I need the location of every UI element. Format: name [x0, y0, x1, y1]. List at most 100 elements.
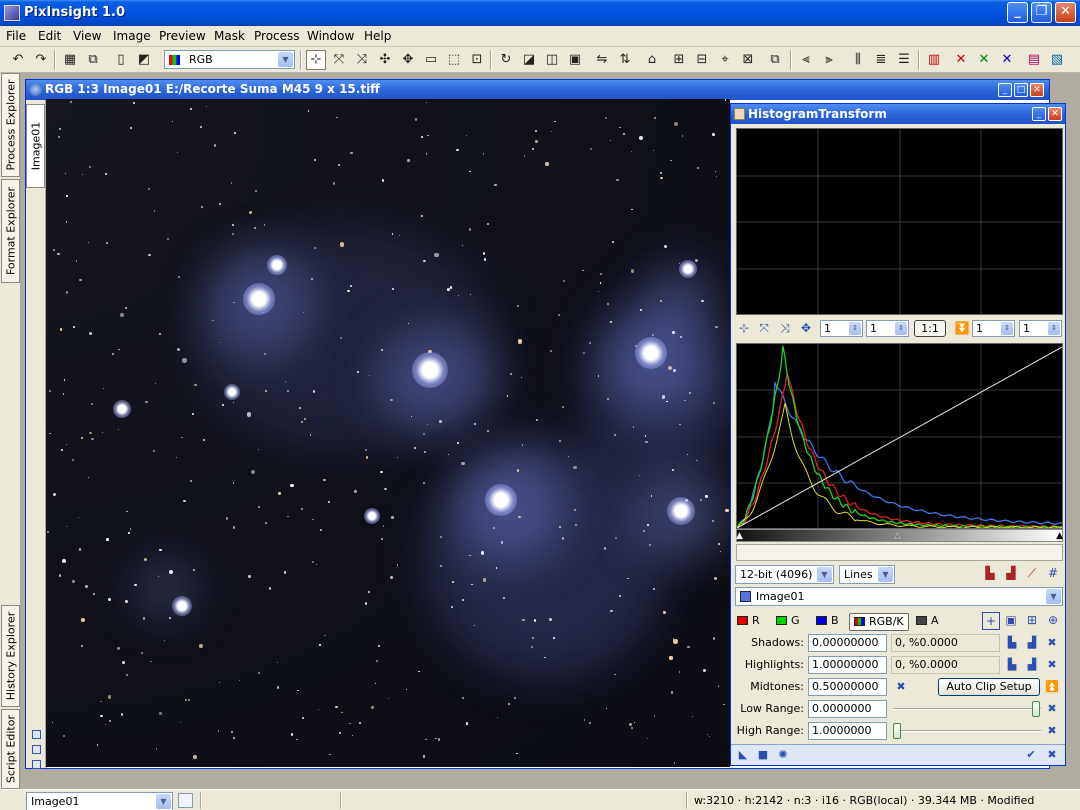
zoom-fit-icon[interactable]: ⤧	[755, 320, 773, 338]
auto-clip-setup-button[interactable]: Auto Clip Setup	[938, 678, 1040, 696]
mirror-vertical-icon[interactable]: ⇅	[615, 50, 635, 70]
menu-file[interactable]: File	[6, 29, 26, 43]
apply-check-icon[interactable]: ✔	[1023, 747, 1039, 763]
zoom-out-icon[interactable]: ✣	[375, 50, 395, 70]
mask-show-icon[interactable]: ◪	[519, 50, 539, 70]
highlights-clip-icon[interactable]: ▟	[1024, 657, 1040, 673]
luminance-icon[interactable]: ▤	[1024, 50, 1044, 70]
zoom-region-icon[interactable]: ⊞	[1023, 612, 1041, 630]
histogram-titlebar[interactable]: HistogramTransform _ ✕	[731, 104, 1065, 124]
highlights-reset-icon[interactable]: ✖	[1044, 657, 1060, 673]
channel-g[interactable]: G	[776, 613, 800, 631]
menu-help[interactable]: Help	[364, 29, 391, 43]
tab-process-explorer[interactable]: Process Explorer	[1, 73, 20, 177]
align-right-icon[interactable]: ⫸	[819, 50, 839, 70]
zoom-fit-icon[interactable]: ⤧	[329, 50, 349, 70]
channel-r[interactable]: R	[737, 613, 760, 631]
columns-icon[interactable]: ⫼	[848, 50, 868, 70]
target-icon[interactable]: ⌖	[715, 50, 735, 70]
zoom-plus-icon[interactable]: ⊕	[1044, 612, 1062, 630]
statistics-icon[interactable]: ▦	[60, 50, 80, 70]
menu-process[interactable]: Process	[254, 29, 300, 43]
image-maximize-button[interactable]: □	[1014, 83, 1028, 97]
low-range-input[interactable]: 0.0000000	[808, 700, 887, 718]
show-curve-icon[interactable]: ⟋	[1023, 565, 1041, 583]
channel-rgbk[interactable]: RGB/K	[849, 613, 909, 631]
mask-invert-small-icon[interactable]	[32, 760, 41, 769]
red-channel-icon[interactable]: ✕	[951, 50, 971, 70]
undo-icon[interactable]: ↶	[8, 50, 28, 70]
grid-icon[interactable]: ⊠	[738, 50, 758, 70]
crop-icon[interactable]: ⊡	[467, 50, 487, 70]
menu-preview[interactable]: Preview	[159, 29, 206, 43]
zoom-in-icon[interactable]: ⤨	[776, 320, 794, 338]
rgb-channels-icon[interactable]: ▥	[924, 50, 944, 70]
menu-edit[interactable]: Edit	[38, 29, 61, 43]
new-preview-icon[interactable]: ▭	[421, 50, 441, 70]
rotate-icon[interactable]: ↻	[496, 50, 516, 70]
midtones-marker-icon[interactable]: △	[894, 531, 901, 541]
show-grid-icon[interactable]: #	[1044, 565, 1062, 583]
chrominance-icon[interactable]: ▧	[1047, 50, 1067, 70]
image-close-button[interactable]: ✕	[1030, 83, 1044, 97]
high-range-input[interactable]: 1.0000000	[808, 722, 887, 740]
apply-global-icon[interactable]: ■	[755, 747, 771, 763]
shadows-auto-icon[interactable]: ▙	[1004, 635, 1020, 651]
show-histogram-icon[interactable]: ▙	[981, 565, 999, 583]
midtones-input[interactable]: 0.50000000	[808, 678, 887, 696]
tab-script-editor[interactable]: Script Editor	[1, 709, 20, 789]
shadows-marker-icon[interactable]: ▲	[736, 531, 743, 541]
highlights-input[interactable]: 1.00000000	[808, 656, 887, 674]
high-range-slider[interactable]	[893, 722, 1041, 740]
pan-icon[interactable]: ✥	[398, 50, 418, 70]
green-channel-icon[interactable]: ✕	[974, 50, 994, 70]
color-space-select[interactable]: RGB ▼	[164, 50, 295, 69]
image-canvas[interactable]	[46, 99, 730, 767]
preview-next-icon[interactable]: ⊞	[669, 50, 689, 70]
list-icon[interactable]: ☰	[894, 50, 914, 70]
mask-enable-icon[interactable]: ▣	[565, 50, 585, 70]
tab-history-explorer[interactable]: History Explorer	[1, 605, 20, 707]
preview-prev-icon[interactable]: ⊟	[692, 50, 712, 70]
midtones-gradient-bar[interactable]: ▲ △ ▲	[736, 529, 1063, 542]
menu-view[interactable]: View	[73, 29, 101, 43]
status-view-select[interactable]: Image01 ▼	[26, 792, 173, 810]
view-explorer-icon[interactable]	[178, 793, 193, 808]
channel-a[interactable]: A	[916, 613, 939, 631]
zoom-1-1-button[interactable]: 1:1	[914, 320, 946, 337]
minimize-button[interactable]: _	[1007, 2, 1028, 23]
align-left-icon[interactable]: ⫷	[796, 50, 816, 70]
view-select[interactable]: Image01 ▼	[735, 587, 1063, 606]
tab-format-explorer[interactable]: Format Explorer	[1, 179, 20, 283]
slider-thumb[interactable]	[893, 723, 901, 739]
tab-image01[interactable]: Image01	[26, 104, 45, 188]
shadows-clip-icon[interactable]: ▟	[1024, 635, 1040, 651]
resolution-select[interactable]: 12-bit (4096) ▼	[735, 565, 834, 584]
image-minimize-button[interactable]: _	[998, 83, 1012, 97]
low-range-slider[interactable]	[893, 700, 1041, 718]
preview-icon[interactable]: ⌂	[642, 50, 662, 70]
highlights-auto-icon[interactable]: ▙	[1004, 657, 1020, 673]
readout-icon[interactable]: ⊹	[735, 320, 753, 338]
duplicate-icon[interactable]: ⧉	[765, 50, 785, 70]
zoom-y-spinbox[interactable]: 1 ⇕	[866, 320, 909, 337]
mirror-horizontal-icon[interactable]: ⇋	[592, 50, 612, 70]
auto-clip-icon[interactable]: ⏫	[1044, 679, 1060, 695]
zoom-all-icon[interactable]: ▣	[1002, 612, 1020, 630]
rows-icon[interactable]: ≣	[871, 50, 891, 70]
show-cumulative-icon[interactable]: ▟	[1002, 565, 1020, 583]
redo-icon[interactable]: ↷	[31, 50, 51, 70]
clone-icon[interactable]: ⧉	[83, 50, 103, 70]
image-window-titlebar[interactable]: RGB 1:3 Image01 E:/Recorte Suma M45 9 x …	[26, 80, 1049, 100]
midtones-reset-icon[interactable]: ✖	[893, 679, 909, 695]
high-range-reset-icon[interactable]: ✖	[1044, 723, 1060, 739]
blue-channel-icon[interactable]: ✕	[997, 50, 1017, 70]
highlights-marker-icon[interactable]: ▲	[1056, 531, 1063, 541]
real-time-preview-icon[interactable]: ✺	[775, 747, 791, 763]
histogram-close-button[interactable]: ✕	[1048, 107, 1062, 121]
invert-icon[interactable]: ◩	[134, 50, 154, 70]
zoom-in-icon[interactable]: ⤨	[352, 50, 372, 70]
menu-window[interactable]: Window	[307, 29, 354, 43]
pan-icon[interactable]: ✥	[797, 320, 815, 338]
output-histogram-plot[interactable]	[736, 128, 1063, 315]
